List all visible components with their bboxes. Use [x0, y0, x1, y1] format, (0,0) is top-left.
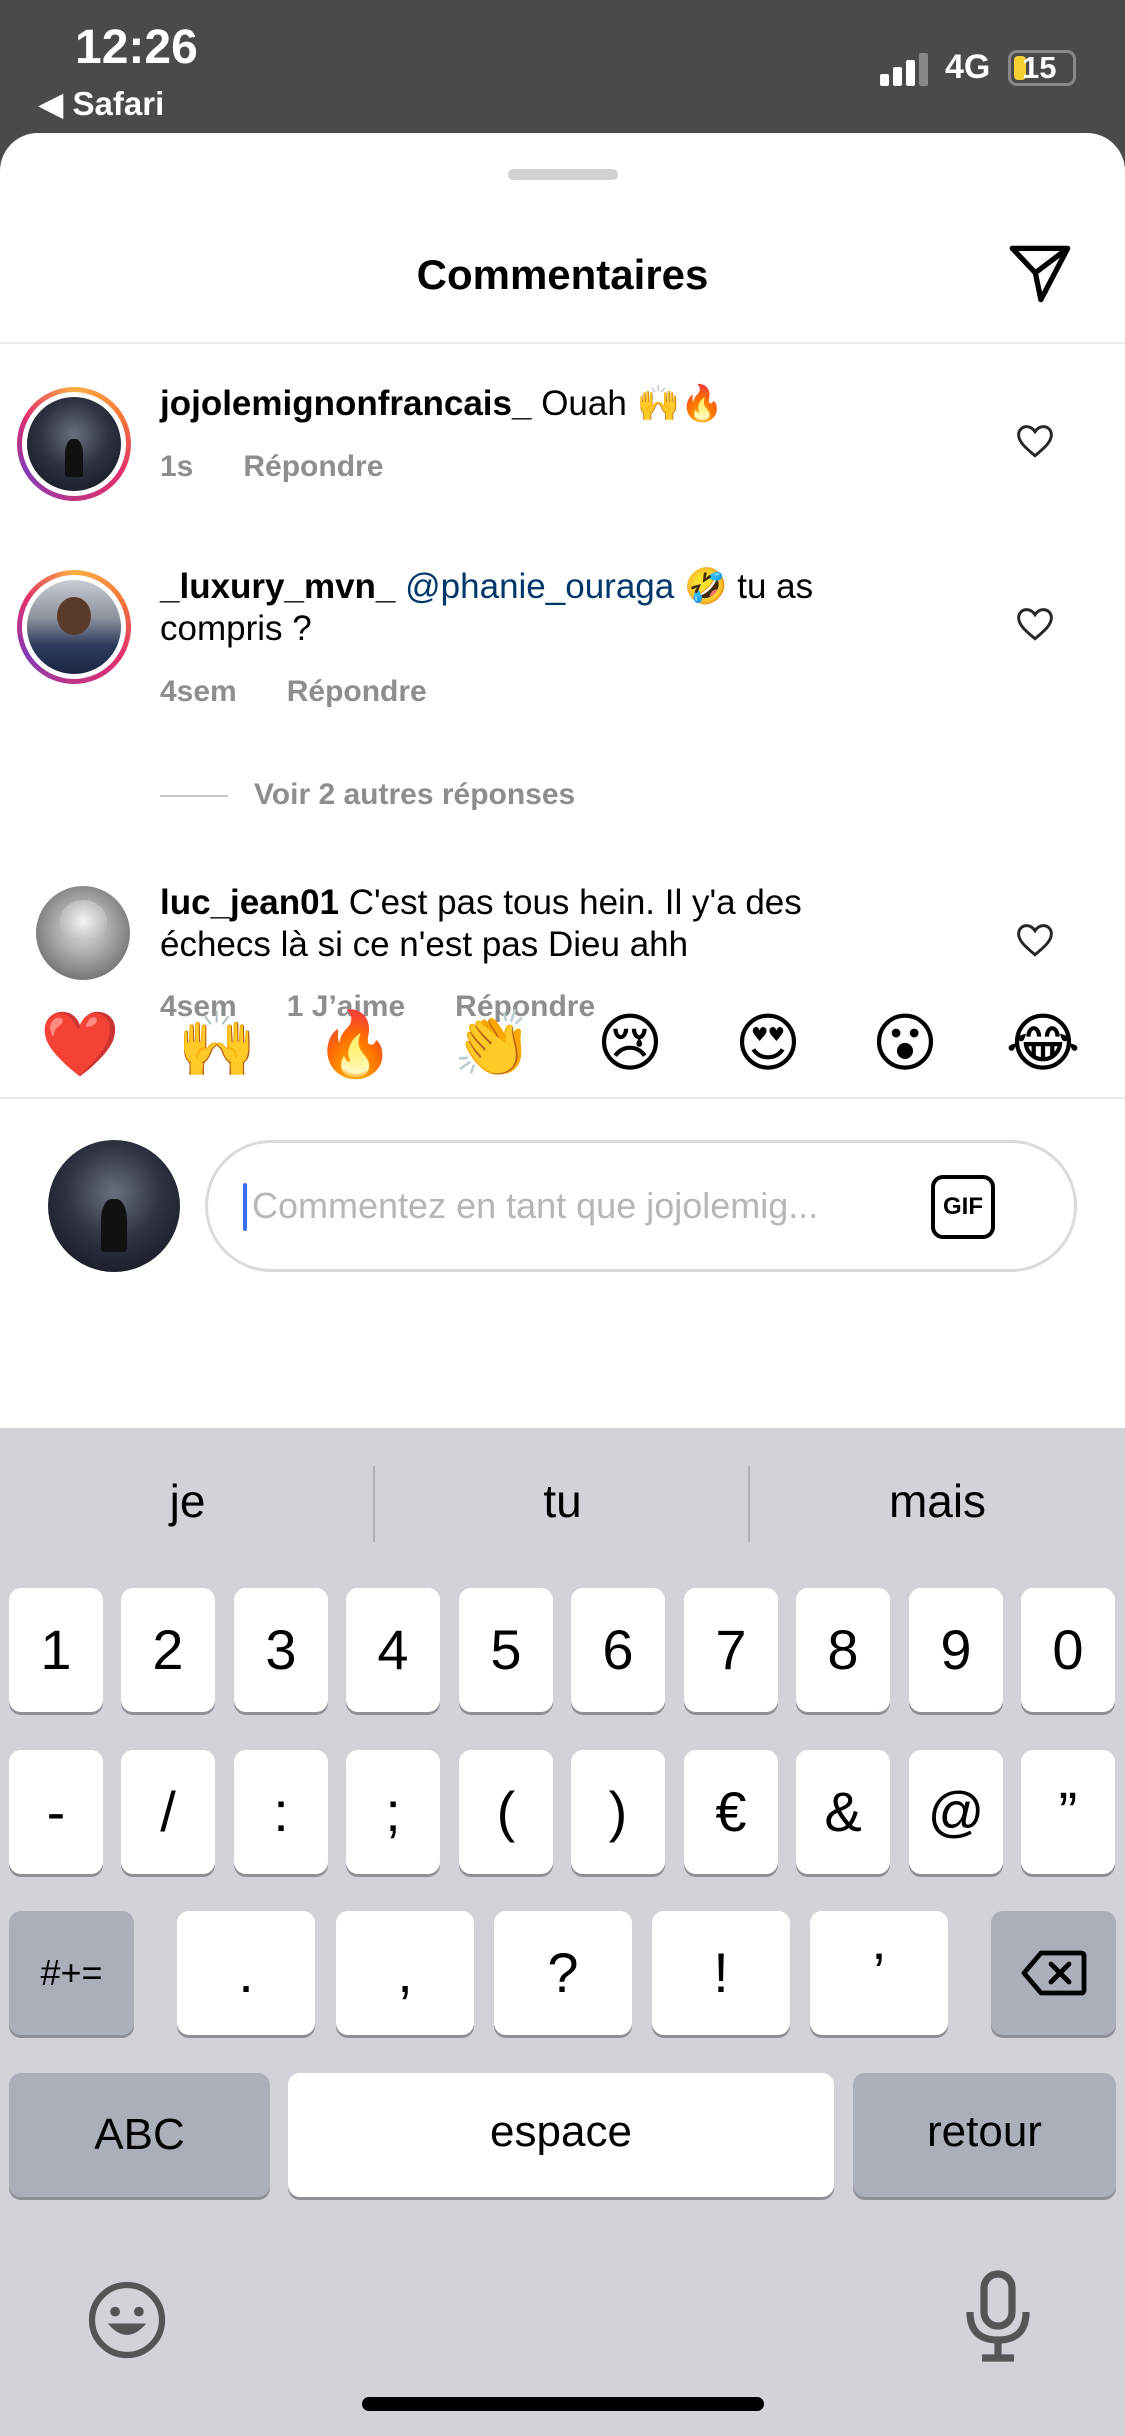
network-type: 4G — [945, 48, 991, 86]
home-indicator[interactable] — [362, 2397, 764, 2411]
space-key[interactable]: espace — [288, 2073, 834, 2197]
return-key[interactable]: retour — [853, 2073, 1116, 2197]
battery-level: 15 — [1022, 50, 1057, 85]
emoji-laughing-button[interactable]: 😂 — [998, 1007, 1088, 1081]
like-heart-icon[interactable] — [1015, 606, 1055, 642]
page-title: Commentaires — [416, 251, 709, 298]
status-bar: 12:26 ◀ Safari 4G 15 — [0, 0, 1125, 140]
reply-button[interactable]: Répondre — [287, 675, 427, 708]
key-0[interactable]: 0 — [1021, 1588, 1115, 1712]
view-more-replies-label: Voir 2 autres réponses — [254, 778, 576, 811]
clock: 12:26 — [75, 21, 198, 74]
comment-body: Ouah 🙌🔥 — [531, 384, 724, 423]
emoji-heart-eyes-button[interactable]: 😍 — [723, 1007, 813, 1081]
sheet-grabber[interactable] — [508, 169, 618, 180]
key-close-paren[interactable]: ) — [571, 1750, 665, 1874]
key-euro[interactable]: € — [684, 1750, 778, 1874]
key-slash[interactable]: / — [121, 1750, 215, 1874]
comment-username[interactable]: luc_jean01 — [160, 883, 339, 922]
avatar-story-ring[interactable] — [17, 387, 131, 501]
key-comma[interactable]: , — [336, 1911, 474, 2035]
emoji-clap-button[interactable]: 👏 — [448, 1007, 538, 1082]
text-caret — [243, 1183, 247, 1231]
key-1[interactable]: 1 — [9, 1588, 103, 1712]
key-5[interactable]: 5 — [459, 1588, 553, 1712]
comment-meta: 1s Répondre — [160, 450, 433, 484]
send-icon[interactable] — [1005, 239, 1075, 309]
key-ampersand[interactable]: & — [796, 1750, 890, 1874]
cellular-signal-icon — [880, 52, 930, 86]
key-open-paren[interactable]: ( — [459, 1750, 553, 1874]
suggestion-item[interactable]: mais — [750, 1474, 1125, 1528]
key-exclamation[interactable]: ! — [652, 1911, 790, 2035]
key-7[interactable]: 7 — [684, 1588, 778, 1712]
comment-time: 1s — [160, 450, 194, 483]
comment-text: jojolemignonfrancais_ Ouah 🙌🔥 — [160, 383, 960, 425]
comment-time: 4sem — [160, 675, 237, 708]
comment-text: luc_jean01 C'est pas tous hein. Il y'a d… — [160, 882, 920, 966]
reply-thread-line — [160, 795, 228, 798]
header-divider — [0, 342, 1125, 344]
key-2[interactable]: 2 — [121, 1588, 215, 1712]
backspace-icon — [1021, 1950, 1087, 1996]
emoji-raised-hands-button[interactable]: 🙌 — [172, 1007, 262, 1082]
reply-button[interactable]: Répondre — [243, 450, 383, 483]
key-apostrophe[interactable]: ’ — [810, 1911, 948, 2035]
key-question[interactable]: ? — [494, 1911, 632, 2035]
emoji-crying-button[interactable]: 😢 — [585, 1007, 675, 1081]
suggestion-item[interactable]: tu — [375, 1474, 750, 1528]
suggestion-item[interactable]: je — [0, 1474, 375, 1528]
comment-input-placeholder: Commentez en tant que jojolemig... — [252, 1185, 819, 1226]
keyboard-suggestions: je tu mais — [0, 1428, 1125, 1578]
avatar[interactable] — [36, 886, 130, 980]
like-heart-icon[interactable] — [1015, 922, 1055, 958]
keyboard: je tu mais 1 2 3 4 5 6 7 8 9 0 - / : ; (… — [0, 1428, 1125, 2436]
key-colon[interactable]: : — [234, 1750, 328, 1874]
current-user-avatar — [48, 1140, 180, 1272]
emoji-fire-button[interactable]: 🔥 — [310, 1007, 400, 1082]
like-heart-icon[interactable] — [1015, 423, 1055, 459]
microphone-icon[interactable] — [958, 2268, 1038, 2364]
key-9[interactable]: 9 — [909, 1588, 1003, 1712]
key-more-symbols[interactable]: #+= — [9, 1911, 134, 2035]
comment-input[interactable]: Commentez en tant que jojolemig... GIF — [205, 1140, 1077, 1272]
comment-meta: 4sem Répondre — [160, 675, 477, 709]
emoji-heart-button[interactable]: ❤️ — [35, 1007, 125, 1082]
key-3[interactable]: 3 — [234, 1588, 328, 1712]
key-quote[interactable]: ” — [1021, 1750, 1115, 1874]
view-more-replies-button[interactable]: Voir 2 autres réponses — [160, 778, 575, 812]
battery-icon: 15 — [1008, 50, 1076, 86]
key-hyphen[interactable]: - — [9, 1750, 103, 1874]
key-period[interactable]: . — [177, 1911, 315, 2035]
key-6[interactable]: 6 — [571, 1588, 665, 1712]
emoji-keyboard-icon[interactable] — [85, 2278, 169, 2362]
avatar — [27, 397, 121, 491]
key-at[interactable]: @ — [909, 1750, 1003, 1874]
abc-key[interactable]: ABC — [9, 2073, 270, 2197]
key-semicolon[interactable]: ; — [346, 1750, 440, 1874]
key-8[interactable]: 8 — [796, 1588, 890, 1712]
backspace-key[interactable] — [991, 1911, 1116, 2035]
key-4[interactable]: 4 — [346, 1588, 440, 1712]
avatar — [27, 580, 121, 674]
comment-mention[interactable]: @phanie_ouraga — [405, 567, 674, 606]
back-to-safari-link[interactable]: ◀ Safari — [38, 84, 164, 123]
gif-button[interactable]: GIF — [931, 1175, 995, 1239]
comment-text: _luxury_mvn_ @phanie_ouraga 🤣 tu as comp… — [160, 566, 920, 650]
comment-username[interactable]: jojolemignonfrancais_ — [160, 384, 531, 423]
comment-username[interactable]: _luxury_mvn_ — [160, 567, 395, 606]
avatar-story-ring[interactable] — [17, 570, 131, 684]
emoji-quick-bar: ❤️ 🙌 🔥 👏 😢 😍 😮 😂 — [0, 1007, 1125, 1107]
emoji-surprised-button[interactable]: 😮 — [860, 1007, 950, 1081]
